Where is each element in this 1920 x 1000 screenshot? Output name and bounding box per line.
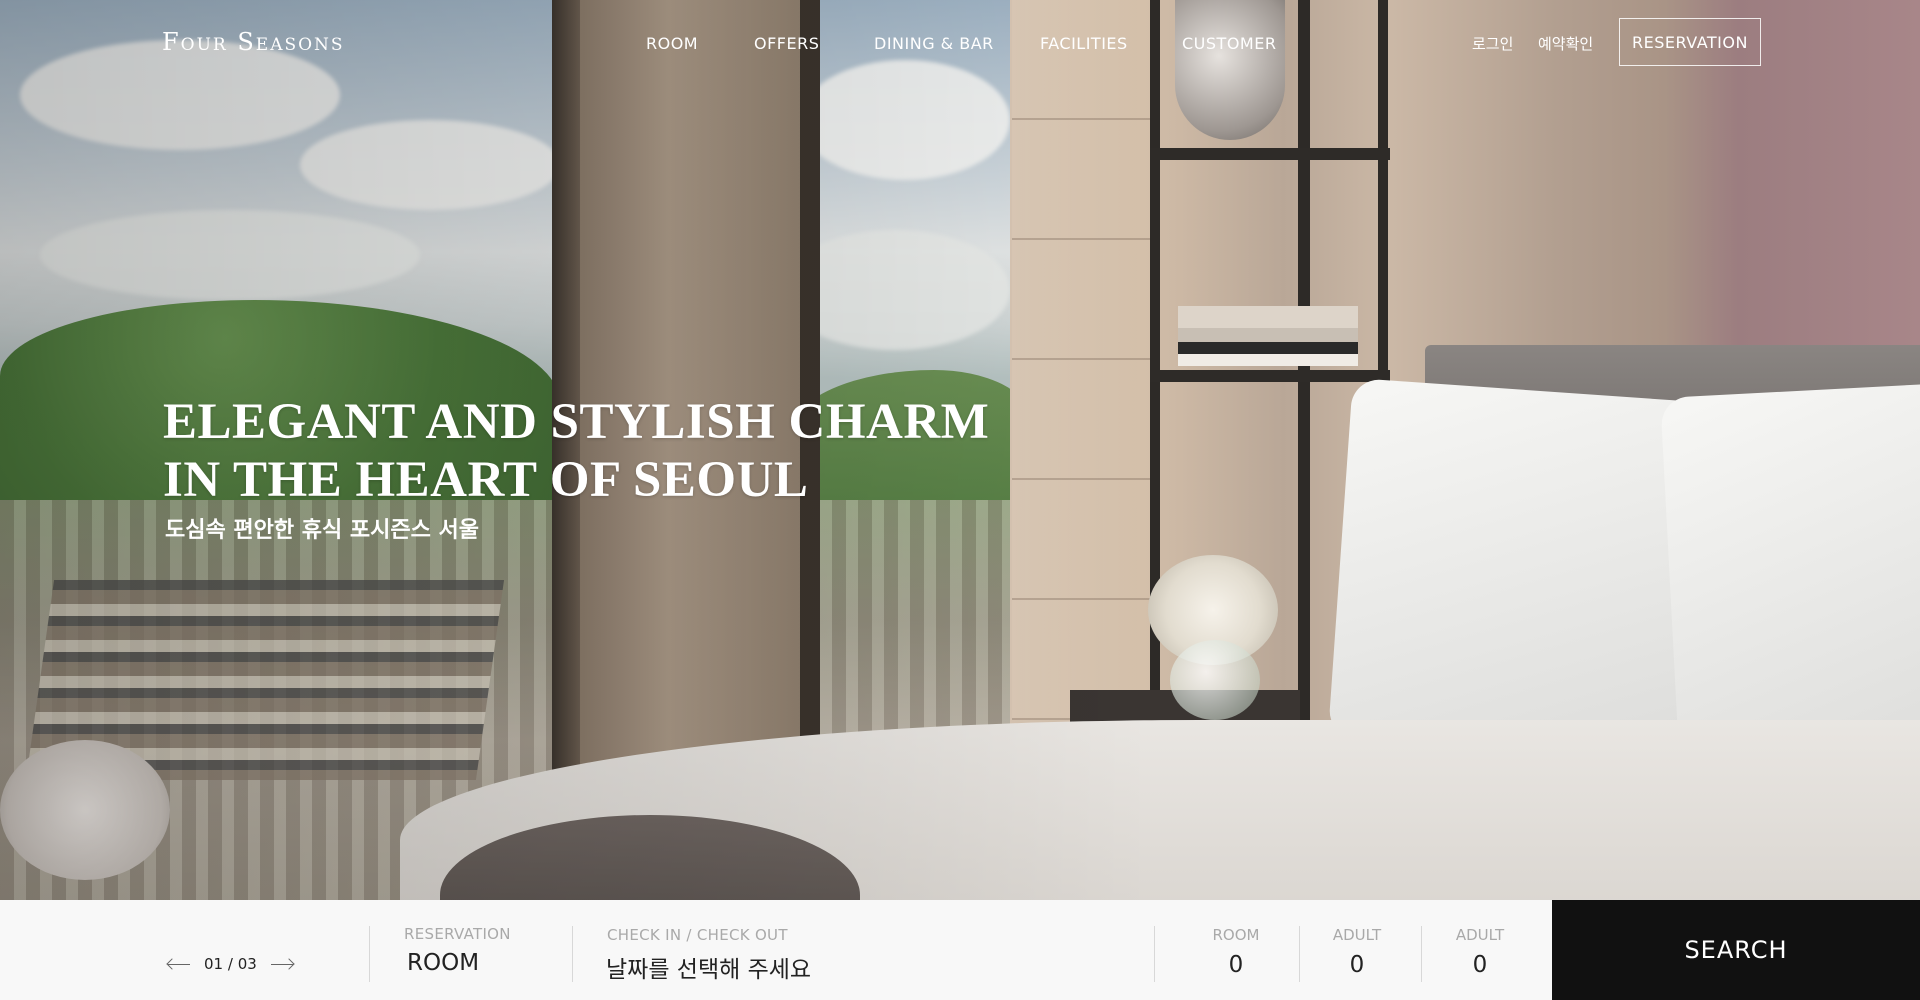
- divider: [1421, 926, 1422, 982]
- prev-arrow-icon[interactable]: [168, 959, 190, 969]
- adult-count-field-2[interactable]: ADULT 0: [1440, 926, 1520, 978]
- adult-count-label: ADULT: [1332, 926, 1382, 944]
- room-count-label: ROOM: [1212, 926, 1260, 944]
- reservation-button[interactable]: RESERVATION: [1619, 18, 1761, 66]
- booking-check-link[interactable]: 예약확인: [1538, 33, 1593, 54]
- slide-current: 01: [204, 955, 224, 973]
- room-count-value: 0: [1228, 952, 1244, 978]
- hero-subtitle: 도심속 편안한 휴식 포시즌스 서울: [165, 518, 479, 543]
- divider: [572, 926, 573, 982]
- room-count-field[interactable]: ROOM 0: [1196, 926, 1276, 978]
- search-button[interactable]: SEARCH: [1552, 900, 1920, 1000]
- login-link[interactable]: 로그인: [1472, 33, 1513, 54]
- hero-headline: ELEGANT AND STYLISH CHARM IN THE HEART O…: [163, 393, 989, 509]
- nav-item-dining-bar[interactable]: DINING & BAR: [874, 34, 994, 53]
- reservation-type-label: RESERVATION: [404, 925, 511, 943]
- divider: [1154, 926, 1155, 982]
- date-range-value: 날짜를 선택해 주세요: [606, 957, 812, 983]
- nav-item-facilities[interactable]: FACILITIES: [1040, 34, 1128, 53]
- divider: [369, 926, 370, 982]
- nav-item-offers[interactable]: OFFERS: [754, 34, 819, 53]
- adult-count-label-2: ADULT: [1455, 926, 1505, 944]
- nav-item-customer[interactable]: CUSTOMER: [1182, 34, 1276, 53]
- reservation-type-value: ROOM: [407, 950, 480, 976]
- slide-counter: 01 / 03: [204, 955, 257, 973]
- nav-item-room[interactable]: ROOM: [646, 34, 698, 53]
- hero-headline-line-1: ELEGANT AND STYLISH CHARM: [163, 394, 990, 450]
- slide-separator: /: [227, 955, 233, 973]
- divider: [1299, 926, 1300, 982]
- adult-count-value: 0: [1349, 952, 1365, 978]
- slide-pager: 01 / 03: [168, 955, 293, 973]
- adult-count-field[interactable]: ADULT 0: [1317, 926, 1397, 978]
- date-range-label: CHECK IN / CHECK OUT: [607, 926, 788, 944]
- next-arrow-icon[interactable]: [270, 959, 293, 969]
- site-header: Four Seasons ROOM OFFERS DINING & BAR FA…: [0, 0, 1920, 90]
- hero-headline-line-2: IN THE HEART OF SEOUL: [163, 452, 809, 508]
- brand-logo[interactable]: Four Seasons: [162, 28, 345, 56]
- slide-total: 03: [237, 955, 257, 973]
- booking-bar: 01 / 03 RESERVATION ROOM CHECK IN / CHEC…: [0, 900, 1920, 1000]
- adult-count-value-2: 0: [1472, 952, 1488, 978]
